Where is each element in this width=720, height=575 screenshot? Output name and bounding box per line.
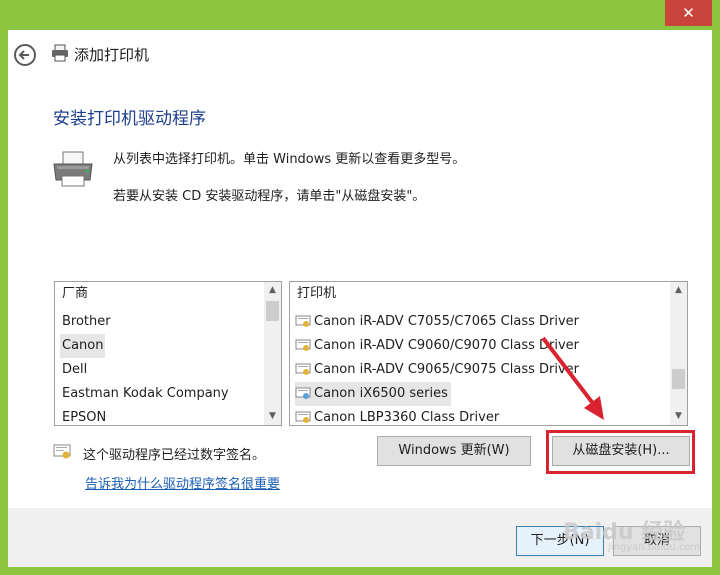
annotation-arrow-icon <box>541 336 604 420</box>
add-printer-dialog: 添加打印机 安装打印机驱动程序 从列表中选择打印机。单击 Windows 更新以… <box>8 30 712 567</box>
close-button[interactable]: ✕ <box>665 0 712 26</box>
watermark-url: jingyan.baidu.com <box>608 542 701 553</box>
